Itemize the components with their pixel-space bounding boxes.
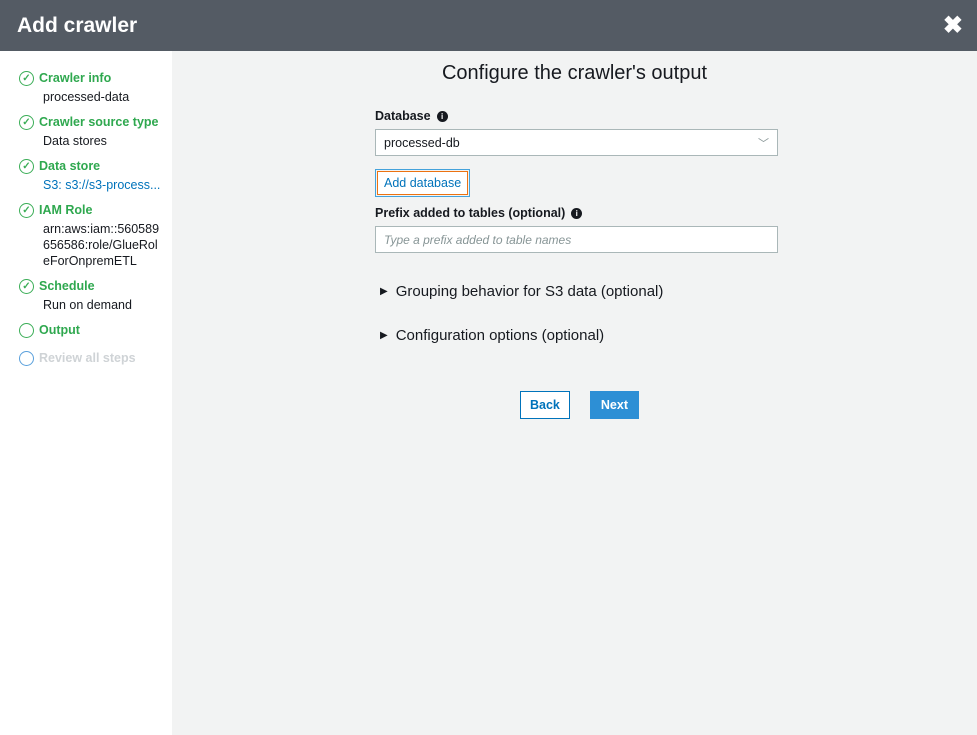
add-database-button[interactable]: Add database [375,169,471,197]
step-label: Schedule [39,279,95,293]
step-crawler-source-type[interactable]: ✓ Crawler source type [19,111,172,133]
step-review: Review all steps [19,347,172,369]
page-title: Configure the crawler's output [441,62,708,84]
modal-header: Add crawler ✖ [0,0,977,51]
step-label: Crawler source type [39,115,159,129]
check-circle-icon: ✓ [19,278,34,294]
prefix-input[interactable]: Type a prefix added to table names [375,226,778,253]
step-data-store[interactable]: ✓ Data store [19,155,172,177]
database-select[interactable]: processed-db ﹀ [375,129,778,156]
circle-icon [19,322,34,338]
step-crawler-info[interactable]: ✓ Crawler info [19,67,172,89]
step-detail: Run on demand [43,298,132,312]
step-iam-role[interactable]: ✓ IAM Role [19,199,172,221]
step-label: Review all steps [39,351,136,365]
add-database-label: Add database [377,171,469,195]
step-detail: arn:aws:iam::560589656586:role/GlueRoleF… [43,222,160,268]
check-circle-icon: ✓ [19,70,34,86]
caret-right-icon: ▶ [380,330,388,341]
step-label: Output [39,323,80,337]
step-detail: Data stores [43,134,107,148]
step-label: IAM Role [39,203,93,217]
prefix-label: Prefix added to tables (optional) [375,206,566,220]
chevron-down-icon: ﹀ [758,137,769,150]
check-circle-icon: ✓ [19,202,34,218]
grouping-label: Grouping behavior for S3 data (optional) [395,283,664,300]
step-output: Output [19,319,172,341]
step-detail-link[interactable]: S3: s3://s3-process... [19,177,172,193]
grouping-expander[interactable]: ▶ Grouping behavior for S3 data (optional… [380,283,778,300]
database-value: processed-db [384,135,460,150]
back-button[interactable]: Back [520,391,570,419]
step-schedule[interactable]: ✓ Schedule [19,275,172,297]
caret-right-icon: ▶ [380,286,388,297]
step-detail: processed-data [43,90,130,104]
step-label: Crawler info [39,71,112,85]
config-label: Configuration options (optional) [395,327,605,344]
circle-icon [19,350,34,366]
steps-sidebar: ✓ Crawler info processed-data ✓ Crawler so… [0,51,172,735]
database-label: Database [375,109,431,123]
step-label: Data store [39,159,101,173]
modal-title: Add crawler [17,13,138,37]
next-button[interactable]: Next [589,391,639,419]
check-circle-icon: ✓ [19,114,34,130]
config-expander[interactable]: ▶ Configuration options (optional) [380,327,778,344]
info-icon[interactable]: i [571,207,583,219]
check-circle-icon: ✓ [19,158,34,174]
info-icon[interactable]: i [436,110,448,122]
close-icon[interactable]: ✖ [943,11,963,40]
